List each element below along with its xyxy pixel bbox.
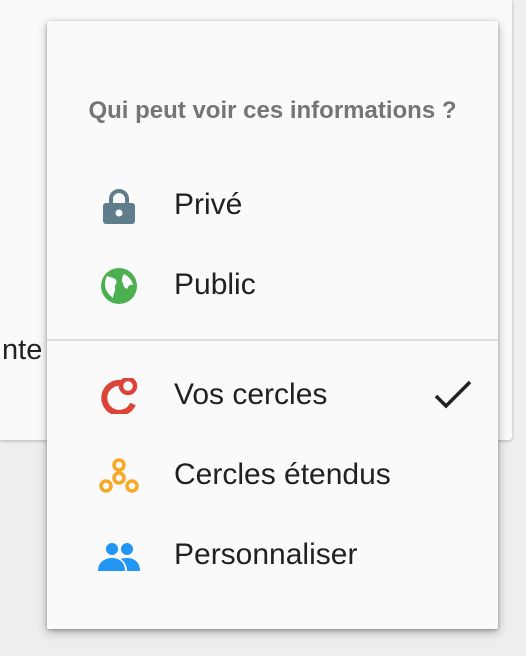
extended-circles-icon [97, 458, 141, 494]
lock-icon [97, 188, 141, 224]
menu-item-label: Cercles étendus [174, 458, 391, 491]
menu-divider [47, 339, 498, 341]
menu-title: Qui peut voir ces informations ? [88, 97, 457, 124]
menu-item-private[interactable]: Privé [47, 170, 498, 242]
menu-item-label: Vos cercles [174, 378, 328, 411]
menu-item-your-circles[interactable]: Vos cercles [47, 360, 498, 432]
menu-item-public[interactable]: Public [47, 250, 498, 322]
menu-item-custom[interactable]: Personnaliser [47, 520, 498, 592]
menu-item-label: Personnaliser [174, 538, 358, 571]
background-partial-text: Inte [0, 334, 43, 366]
visibility-menu: Qui peut voir ces informations ? Privé P… [47, 21, 498, 629]
menu-item-label: Privé [174, 188, 243, 221]
globe-icon [97, 268, 141, 304]
menu-item-label: Public [174, 268, 256, 301]
menu-item-extended-circles[interactable]: Cercles étendus [47, 440, 498, 512]
circles-icon [97, 376, 141, 416]
checkmark-icon [433, 376, 473, 412]
people-icon [97, 538, 141, 574]
